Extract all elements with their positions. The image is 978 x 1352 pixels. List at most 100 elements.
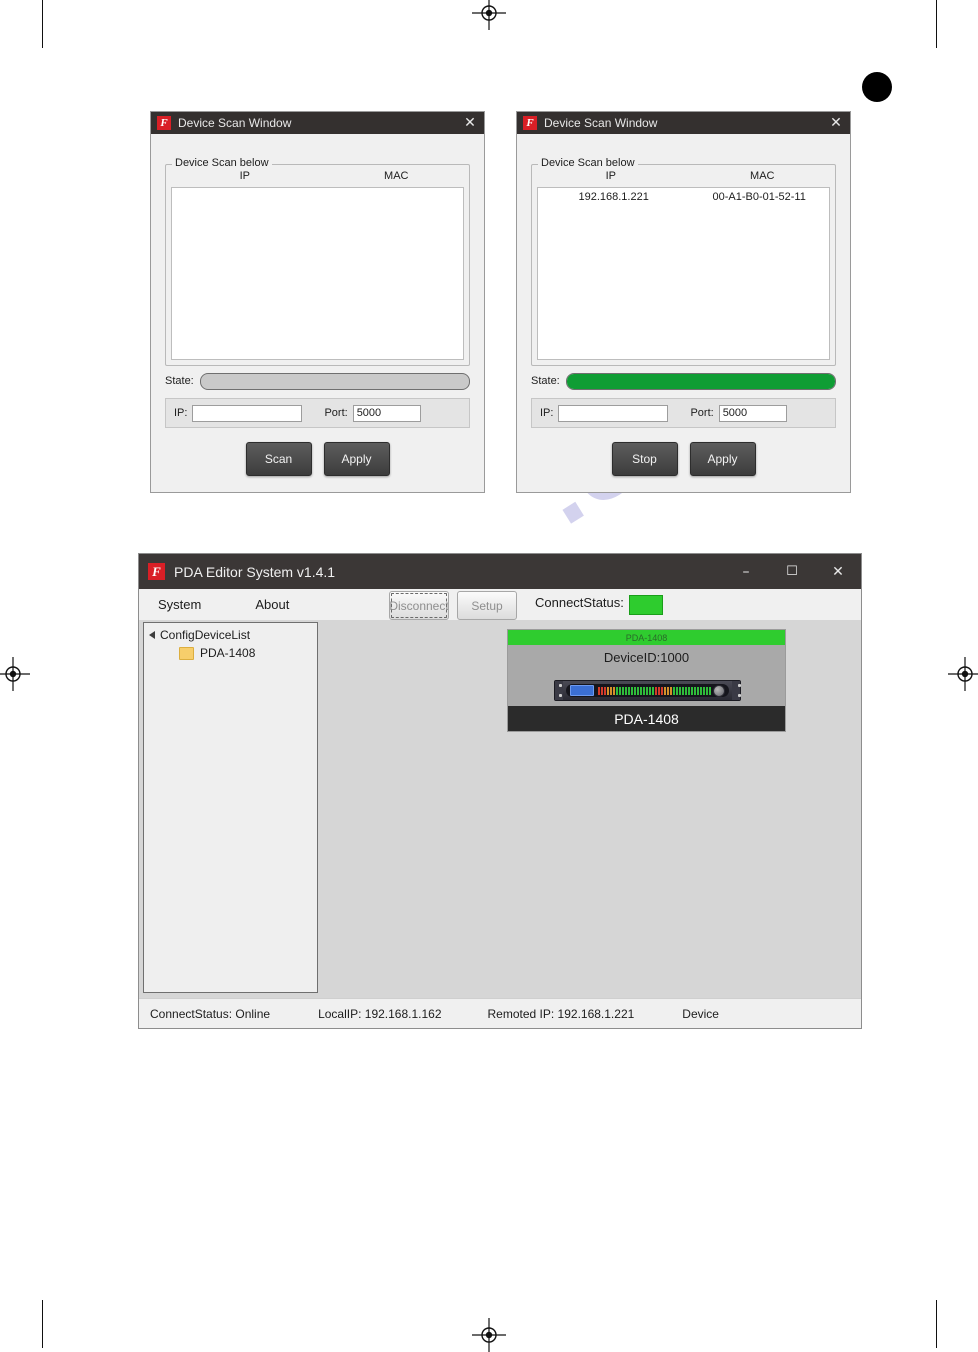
device-card[interactable]: PDA-1408 DeviceID:1000 PDA-1408 [507,629,786,732]
f-logo-icon: F [148,563,165,580]
chevron-down-icon[interactable] [149,631,155,639]
port-label: Port: [690,407,714,419]
connect-status-label: ConnectStatus: [535,595,624,610]
apply-button[interactable]: Apply [689,442,756,476]
close-icon[interactable]: ✕ [822,112,850,134]
dialog-body: Device Scan below IP MAC State: IP: Port… [151,134,484,492]
device-scan-window-left: F Device Scan Window ✕ Device Scan below… [150,111,485,493]
config-device-tree[interactable]: ConfigDeviceList PDA-1408 [143,622,318,993]
led-segment [646,686,648,695]
registration-mark-bottom [472,1318,506,1352]
led-segment [667,686,669,695]
device-list[interactable]: 192.168.1.221 00-A1-B0-01-52-11 [537,187,830,360]
ip-label: IP: [174,407,188,419]
menu-item-about[interactable]: About [245,597,299,612]
connection-panel: IP: Port: [531,398,836,428]
dialog-button-row: Stop Apply [517,442,850,476]
tree-root-item[interactable]: ConfigDeviceList [147,628,317,642]
window-title: PDA Editor System v1.4.1 [174,563,336,580]
rack-front-panel [566,684,729,697]
device-scan-groupbox: Device Scan below IP MAC [165,157,470,366]
minimize-icon[interactable]: – [723,554,769,589]
tree-item-label: PDA-1408 [200,646,256,660]
led-segment [694,686,696,695]
port-input[interactable] [352,404,421,422]
device-list[interactable] [171,187,464,360]
led-segment [673,686,675,695]
led-segment [676,686,678,695]
led-segment [643,686,645,695]
led-segment [664,686,666,695]
f-logo-icon: F [523,116,537,130]
led-segment [658,686,660,695]
page-color-dot [862,72,892,102]
column-header-mac: MAC [384,170,409,182]
tree-item-pda-1408[interactable]: PDA-1408 [179,646,317,660]
connect-status-indicator [629,595,663,615]
scan-button[interactable]: Scan [245,442,312,476]
dialog-button-row: Scan Apply [151,442,484,476]
ip-input[interactable] [192,404,303,422]
menu-bar: System About Disconnect Setup ConnectSta… [139,589,861,621]
device-scan-window-right: F Device Scan Window ✕ Device Scan below… [516,111,851,493]
port-label: Port: [324,407,348,419]
maximize-icon[interactable]: ☐ [769,554,815,589]
led-segment [610,686,612,695]
led-segment [616,686,618,695]
close-icon[interactable]: ✕ [456,112,484,134]
setup-button[interactable]: Setup [457,591,517,620]
status-remote-ip: Remoted IP: 192.168.1.221 [487,1006,635,1021]
list-item-mac: 00-A1-B0-01-52-11 [712,191,806,203]
status-device: Device [682,1006,719,1021]
crop-mark-top-right [936,0,937,48]
led-segment [637,686,639,695]
column-header-ip: IP [239,170,250,182]
state-label: State: [165,375,194,387]
registration-mark-top [472,0,506,30]
led-segment [652,686,654,695]
ip-label: IP: [540,407,554,419]
knob-icon [713,684,725,697]
window-title: Device Scan Window [178,116,292,130]
led-segment [634,686,636,695]
led-segment [655,686,657,695]
device-image [554,680,741,701]
close-icon[interactable]: ✕ [815,554,861,589]
connection-panel: IP: Port: [165,398,470,428]
lcd-screen-icon [570,685,594,696]
led-segment [682,686,684,695]
ip-input[interactable] [558,404,669,422]
crop-mark-bottom-left [42,1300,43,1348]
column-headers: IP MAC [532,170,835,186]
led-segment [685,686,687,695]
main-body: ConfigDeviceList PDA-1408 PDA-1408 Devic… [139,620,861,999]
list-item[interactable]: 192.168.1.221 00-A1-B0-01-52-11 [538,188,829,203]
led-segment [661,686,663,695]
device-scan-groupbox: Device Scan below IP MAC 192.168.1.221 0… [531,157,836,366]
rack-ear-right [732,681,741,700]
port-input[interactable] [718,404,787,422]
groupbox-legend: Device Scan below [538,157,638,169]
led-segment [703,686,705,695]
state-progress-bar [199,372,470,390]
title-bar[interactable]: F Device Scan Window ✕ [517,112,850,134]
menu-item-system[interactable]: System [148,597,211,612]
title-bar[interactable]: F Device Scan Window ✕ [151,112,484,134]
registration-mark-right [948,657,978,691]
led-segment [631,686,633,695]
led-segment [601,686,603,695]
f-logo-icon: F [157,116,171,130]
window-controls: – ☐ ✕ [723,554,861,589]
stop-button[interactable]: Stop [611,442,678,476]
led-segment [649,686,651,695]
led-segment [688,686,690,695]
led-segment [709,686,711,695]
apply-button[interactable]: Apply [323,442,390,476]
column-header-ip: IP [605,170,616,182]
crop-mark-bottom-right [936,1300,937,1348]
led-segment [622,686,624,695]
disconnect-button[interactable]: Disconnect [389,591,449,620]
window-title: Device Scan Window [544,116,658,130]
title-bar[interactable]: F PDA Editor System v1.4.1 – ☐ ✕ [139,554,861,589]
groupbox-legend: Device Scan below [172,157,272,169]
